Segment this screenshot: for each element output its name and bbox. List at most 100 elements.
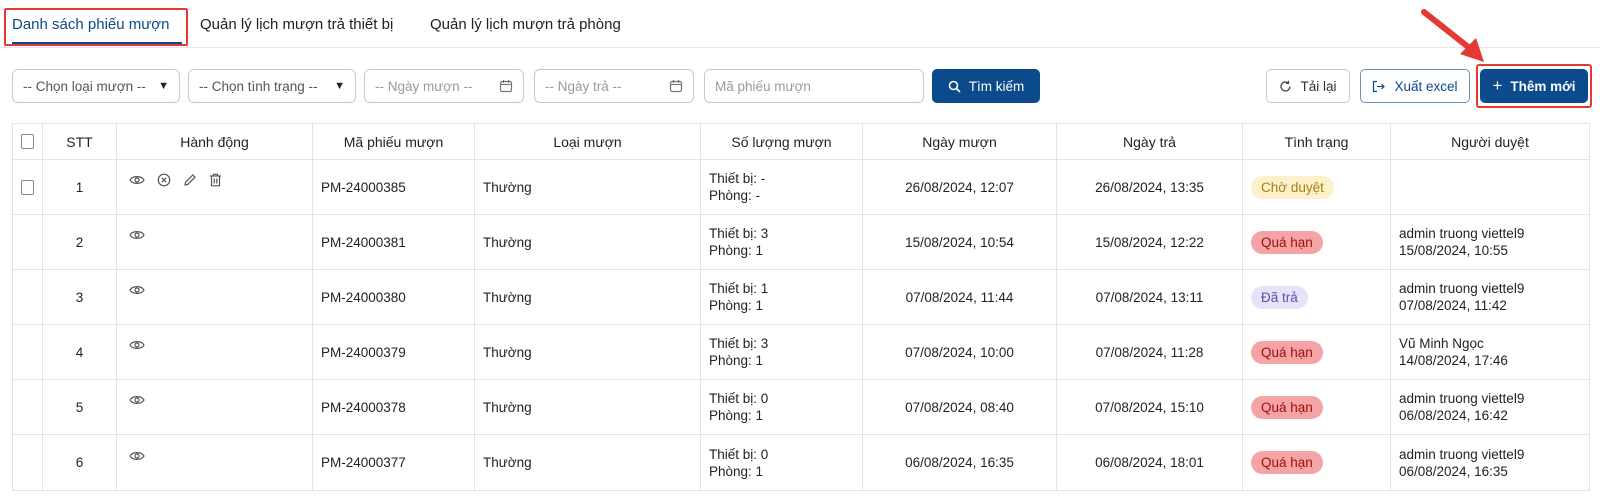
eye-icon[interactable]: [129, 174, 145, 186]
cell-stt: 2: [43, 215, 117, 269]
ma-phieu-placeholder: Mã phiếu mượn: [715, 78, 811, 94]
nguoi-duyet-name: Vũ Minh Ngọc: [1399, 336, 1484, 351]
eye-icon[interactable]: [129, 450, 145, 462]
ngay-tra-placeholder: -- Ngày trả --: [545, 78, 622, 94]
cell-ngay-muon: 26/08/2024, 12:07: [863, 160, 1057, 214]
search-button[interactable]: Tìm kiếm: [932, 69, 1040, 103]
search-icon: [948, 80, 961, 93]
cell-nguoi-duyet: admin truong viettel9 15/08/2024, 10:55: [1391, 215, 1589, 269]
cell-ma-phieu: PM-24000377: [313, 435, 475, 490]
cell-nguoi-duyet: admin truong viettel9 06/08/2024, 16:35: [1391, 435, 1589, 490]
table-header-row: STT Hành động Mã phiếu mượn Loại mượn Số…: [13, 124, 1589, 160]
cell-so-luong: Thiết bị: - Phòng: -: [701, 160, 863, 214]
nguoi-duyet-time: 06/08/2024, 16:42: [1399, 408, 1508, 423]
cell-ngay-tra: 26/08/2024, 13:35: [1057, 160, 1243, 214]
status-badge: Quá hạn: [1251, 340, 1323, 364]
cell-ma-phieu: PM-24000379: [313, 325, 475, 379]
so-luong-thiet-bi: Thiết bị: 3: [709, 226, 769, 241]
cell-loai-muon: Thường: [475, 435, 701, 490]
chevron-down-icon: ▼: [158, 80, 169, 92]
row-select-cell: [13, 270, 43, 324]
eye-icon[interactable]: [129, 394, 145, 406]
annotation-arrow-icon: [1421, 9, 1484, 62]
reload-button-label: Tải lại: [1300, 78, 1337, 94]
col-header-nguoi-duyet: Người duyệt: [1451, 133, 1529, 150]
tab-lich-muon-tra-thiet-bi[interactable]: Quản lý lịch mượn trả thiết bị: [200, 16, 393, 33]
cell-ngay-tra: 06/08/2024, 18:01: [1057, 435, 1243, 490]
ngay-muon-field[interactable]: -- Ngày mượn --: [364, 69, 524, 103]
cell-nguoi-duyet: Vũ Minh Ngọc 14/08/2024, 17:46: [1391, 325, 1589, 379]
cancel-icon[interactable]: [157, 173, 171, 187]
eye-icon[interactable]: [129, 339, 145, 351]
select-all-checkbox[interactable]: [21, 134, 34, 149]
cell-loai-muon: Thường: [475, 380, 701, 434]
delete-icon[interactable]: [209, 173, 222, 187]
tab-lich-muon-tra-phong[interactable]: Quản lý lịch mượn trả phòng: [430, 16, 621, 33]
nguoi-duyet-name: admin truong viettel9: [1399, 226, 1525, 241]
nguoi-duyet-name: admin truong viettel9: [1399, 391, 1525, 406]
ngay-tra-field[interactable]: -- Ngày trả --: [534, 69, 694, 103]
table-row: 6 PM-24000377 Thường Thiết bị: 0 Phòng: 1 06/…: [13, 435, 1589, 490]
cell-loai-muon: Thường: [475, 270, 701, 324]
so-luong-phong: Phòng: 1: [709, 463, 764, 479]
refresh-icon: [1280, 80, 1292, 92]
eye-icon[interactable]: [129, 284, 145, 296]
calendar-icon: [499, 80, 513, 93]
row-select-cell: [13, 160, 43, 214]
cell-actions: [117, 325, 313, 379]
cell-nguoi-duyet: admin truong viettel9 06/08/2024, 16:42: [1391, 380, 1589, 434]
nguoi-duyet-time: 15/08/2024, 10:55: [1399, 243, 1508, 258]
cell-ma-phieu: PM-24000378: [313, 380, 475, 434]
col-header-tinh-trang: Tình trạng: [1243, 124, 1391, 159]
cell-tinh-trang: Chờ duyệt: [1243, 160, 1391, 214]
loai-muon-select[interactable]: -- Chọn loại mượn -- ▼: [12, 69, 180, 103]
cell-ngay-tra: 07/08/2024, 15:10: [1057, 380, 1243, 434]
add-button-label: Thêm mới: [1510, 78, 1576, 94]
so-luong-phong: Phòng: 1: [709, 408, 764, 423]
cell-actions: [117, 435, 313, 490]
cell-actions: [117, 270, 313, 324]
so-luong-phong: Phòng: -: [709, 188, 761, 203]
cell-so-luong: Thiết bị: 3 Phòng: 1: [701, 215, 863, 269]
so-luong-thiet-bi: Thiết bị: 0: [709, 446, 769, 462]
cell-stt: 1: [43, 160, 117, 214]
col-header-loai-muon: Loại mượn: [475, 124, 701, 159]
search-button-label: Tìm kiếm: [968, 78, 1025, 94]
eye-icon[interactable]: [129, 229, 145, 241]
row-select-cell: [13, 325, 43, 379]
row-select-cell: [13, 380, 43, 434]
row-select-cell: [13, 435, 43, 490]
cell-ma-phieu: PM-24000385: [313, 160, 475, 214]
ma-phieu-search-input[interactable]: Mã phiếu mượn: [704, 69, 924, 103]
cell-ma-phieu: PM-24000380: [313, 270, 475, 324]
cell-ngay-muon: 15/08/2024, 10:54: [863, 215, 1057, 269]
loai-muon-select-value: -- Chọn loại mượn --: [23, 78, 146, 94]
col-header-hanh-dong: Hành động: [117, 124, 313, 159]
tinh-trang-select[interactable]: -- Chọn tình trạng -- ▼: [188, 69, 356, 103]
nguoi-duyet-time: 14/08/2024, 17:46: [1399, 353, 1508, 368]
cell-ngay-muon: 07/08/2024, 10:00: [863, 325, 1057, 379]
reload-button[interactable]: Tải lại: [1266, 69, 1350, 103]
edit-icon[interactable]: [183, 173, 197, 187]
tab-active-underline: [12, 42, 182, 44]
add-new-button[interactable]: + Thêm mới: [1480, 69, 1588, 103]
export-excel-button[interactable]: Xuất excel: [1360, 69, 1470, 103]
so-luong-thiet-bi: Thiết bị: 1: [709, 281, 769, 296]
tinh-trang-select-value: -- Chọn tình trạng --: [199, 78, 318, 94]
export-icon: [1373, 80, 1386, 92]
tab-bar: Danh sách phiếu mượn Quản lý lịch mượn t…: [0, 0, 1600, 48]
tab-danh-sach-phieu-muon[interactable]: Danh sách phiếu mượn: [12, 16, 169, 33]
nguoi-duyet-time: 07/08/2024, 11:42: [1399, 298, 1507, 313]
so-luong-phong: Phòng: 1: [709, 243, 764, 258]
so-luong-phong: Phòng: 1: [709, 298, 764, 313]
table-row: 5 PM-24000378 Thường Thiết bị: 0 Phòng: 1 07/…: [13, 380, 1589, 435]
cell-so-luong: Thiết bị: 0 Phòng: 1: [701, 435, 863, 490]
row-checkbox[interactable]: [21, 179, 34, 195]
nguoi-duyet-name: admin truong viettel9: [1399, 446, 1525, 462]
cell-ma-phieu: PM-24000381: [313, 215, 475, 269]
cell-nguoi-duyet: admin truong viettel9 07/08/2024, 11:42: [1391, 270, 1589, 324]
cell-loai-muon: Thường: [475, 325, 701, 379]
select-all-cell: [13, 124, 43, 159]
cell-ngay-tra: 15/08/2024, 12:22: [1057, 215, 1243, 269]
status-badge: Đã trả: [1251, 285, 1308, 309]
